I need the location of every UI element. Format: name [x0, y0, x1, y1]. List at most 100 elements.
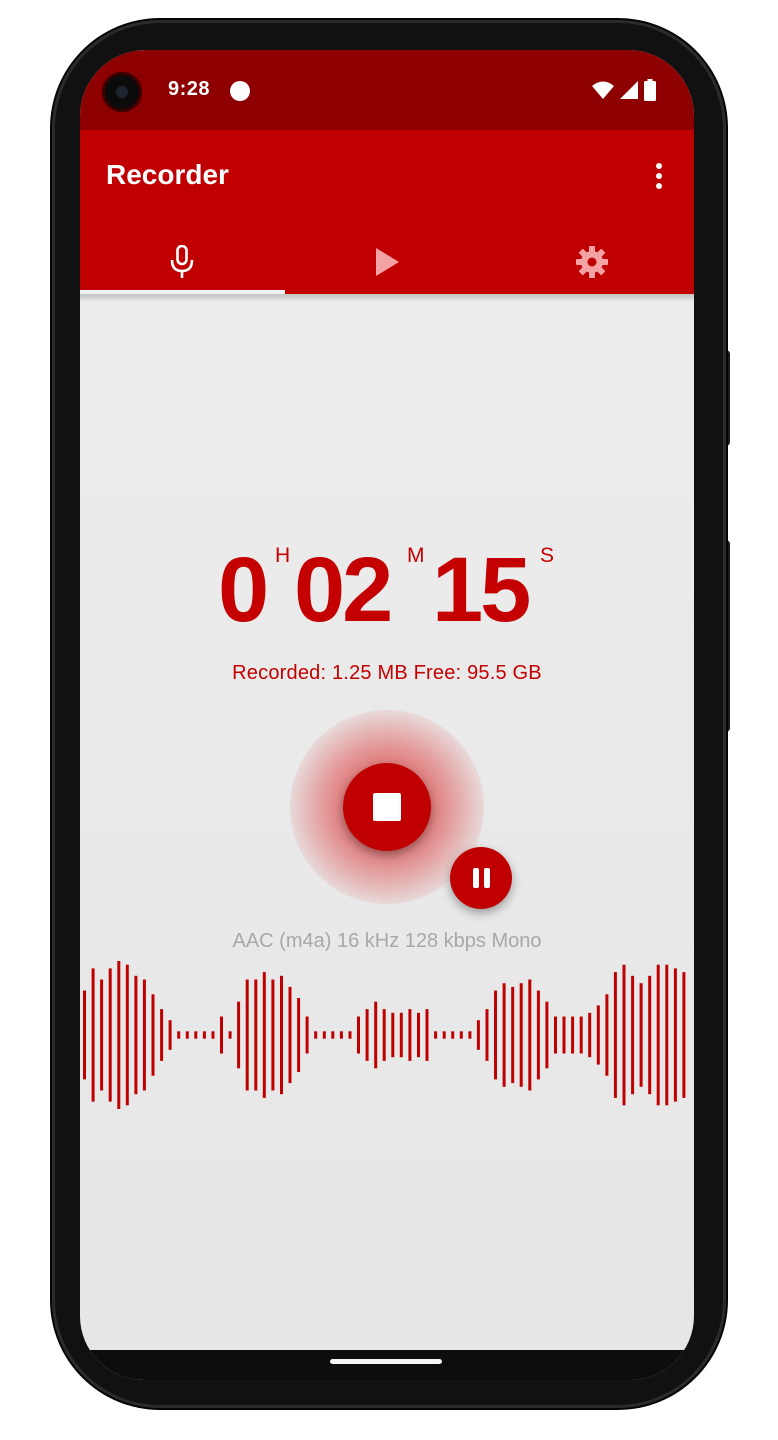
waveform-bar — [91, 968, 95, 1102]
waveform-bar — [382, 1009, 386, 1061]
waveform-bar — [682, 972, 686, 1098]
waveform-bar — [502, 983, 506, 1087]
audio-format-info: AAC (m4a) 16 kHz 128 kbps Mono — [232, 930, 542, 952]
waveform-bar — [605, 994, 609, 1076]
timer-seconds: 15 — [432, 539, 531, 641]
tab-settings[interactable] — [489, 230, 694, 294]
timer-hours-unit: H — [275, 544, 291, 567]
waveform-bar — [588, 1012, 592, 1058]
waveform-bar — [305, 1016, 309, 1054]
home-gesture-bar[interactable] — [330, 1359, 442, 1364]
waveform-bar — [322, 1031, 326, 1039]
waveform-bar — [511, 986, 515, 1084]
waveform-bar — [314, 1031, 318, 1039]
timer-minutes-unit: M — [407, 544, 425, 567]
waveform-bar — [391, 1012, 395, 1058]
pause-icon — [472, 868, 479, 888]
waveform-bar — [134, 975, 138, 1095]
waveform-bar — [357, 1016, 360, 1054]
waveform-bar — [117, 961, 121, 1109]
play-icon — [376, 248, 399, 276]
app-bar: Recorder — [80, 130, 694, 294]
waveform-bar — [100, 979, 104, 1091]
waveform-bar — [365, 1009, 369, 1061]
waveform-bar — [622, 964, 626, 1106]
waveform-bar — [194, 1031, 198, 1039]
waveform-bar — [331, 1031, 335, 1039]
status-bar: 9:28 — [80, 50, 694, 130]
waveform-bar — [280, 975, 283, 1095]
waveform-bar — [374, 1001, 378, 1069]
waveform-bar — [348, 1031, 352, 1039]
overflow-menu-icon[interactable] — [644, 158, 674, 194]
waveform-bar — [468, 1031, 472, 1039]
waveform-bar — [202, 1031, 206, 1039]
waveform-bar — [211, 1031, 215, 1039]
waveform-bar — [237, 1001, 241, 1069]
waveform-bar — [579, 1016, 583, 1054]
waveform-bar — [639, 983, 643, 1087]
timer-hours: 0 — [218, 539, 269, 641]
waveform-bar — [125, 964, 129, 1106]
pause-button[interactable] — [450, 847, 512, 909]
waveform-bar — [262, 972, 266, 1098]
waveform-bar — [245, 979, 249, 1091]
recording-size-info: Recorded: 1.25 MB Free: 95.5 GB — [232, 662, 542, 684]
waveform-bar — [485, 1009, 489, 1061]
app-bar-shadow — [80, 294, 694, 302]
gear-icon — [575, 246, 608, 278]
notification-dot-icon — [230, 81, 250, 101]
recording-timer: 0 H 02 M 15 S — [80, 540, 694, 650]
screen: 9:28 Recorder 0 H 02 M 15 S Recorded: 1.… — [80, 50, 694, 1380]
waveform-bar — [451, 1031, 455, 1039]
mic-icon — [171, 245, 194, 278]
waveform-bar — [271, 979, 275, 1091]
waveform — [83, 961, 686, 1109]
waveform-bar — [494, 990, 497, 1080]
waveform-bar — [220, 1016, 223, 1054]
waveform-bar — [228, 1031, 232, 1039]
waveform-bar — [648, 975, 652, 1095]
waveform-bar — [142, 979, 146, 1091]
timer-minutes: 02 — [294, 539, 393, 641]
tab-play[interactable] — [285, 230, 490, 294]
bottom-bezel — [80, 1350, 694, 1380]
signal-icon — [620, 81, 638, 99]
waveform-bar — [631, 975, 635, 1095]
stop-button[interactable] — [343, 763, 431, 851]
stop-icon — [373, 793, 401, 821]
waveform-bar — [339, 1031, 343, 1039]
waveform-bar — [596, 1005, 600, 1065]
tab-record[interactable] — [80, 230, 285, 294]
waveform-bar — [83, 990, 86, 1080]
waveform-bar — [476, 1020, 480, 1050]
waveform-bar — [151, 994, 155, 1076]
waveform-bar — [665, 964, 669, 1106]
waveform-bar — [160, 1009, 164, 1061]
waveform-bar — [254, 979, 258, 1091]
waveform-bar — [185, 1031, 189, 1039]
waveform-bar — [613, 972, 617, 1098]
front-camera — [102, 72, 142, 112]
waveform-bar — [459, 1031, 463, 1039]
timer-seconds-unit: S — [540, 544, 555, 567]
wifi-icon — [592, 81, 614, 99]
status-icons — [592, 79, 656, 101]
waveform-bar — [442, 1031, 446, 1039]
waveform-bar — [673, 968, 677, 1102]
status-time: 9:28 — [168, 78, 211, 100]
waveform-bar — [408, 1009, 412, 1061]
waveform-bar — [177, 1031, 181, 1039]
battery-icon — [644, 79, 656, 101]
waveform-bar — [656, 964, 660, 1106]
app-title: Recorder — [106, 159, 229, 190]
waveform-bar — [434, 1031, 438, 1039]
waveform-bar — [528, 979, 532, 1091]
waveform-bar — [554, 1016, 557, 1054]
tab-bar — [80, 230, 694, 294]
waveform-bar — [571, 1016, 575, 1054]
waveform-bar — [399, 1012, 403, 1058]
waveform-bar — [288, 986, 292, 1084]
waveform-bar — [519, 983, 523, 1087]
waveform-bar — [297, 998, 301, 1072]
